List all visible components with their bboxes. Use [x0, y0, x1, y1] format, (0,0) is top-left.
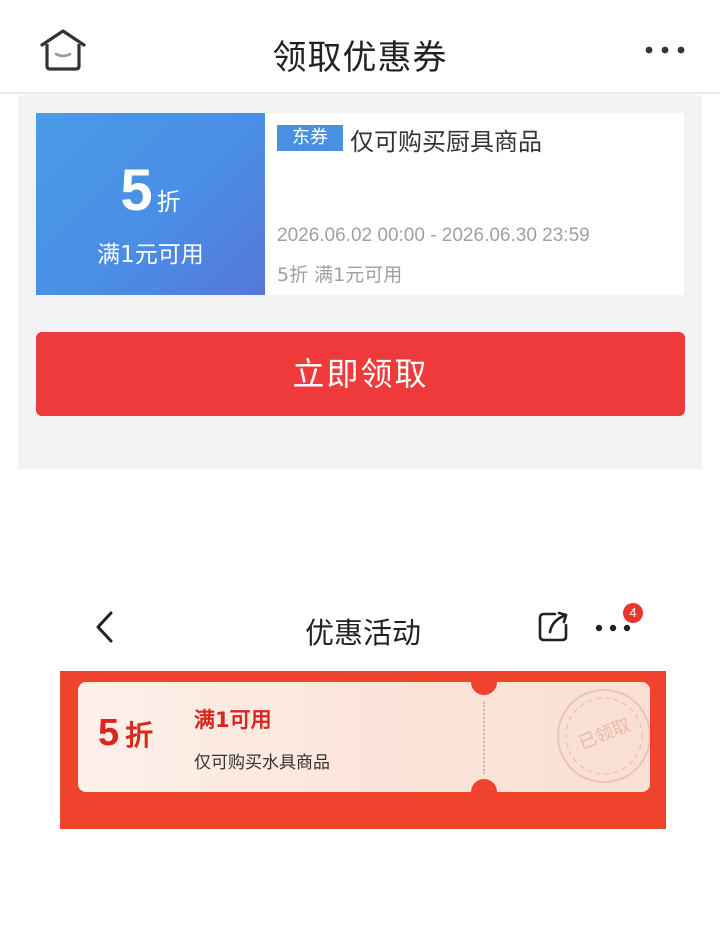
ticket-description: 仅可购买水具商品	[194, 753, 330, 773]
coupon-card: 5折 满1元可用 东券 仅可购买厨具商品 2026.06.02 00:00 - …	[36, 113, 684, 295]
activity-coupon-ticket[interactable]: 5折 满1可用 仅可购买水具商品 已领取	[78, 682, 650, 792]
coupon-discount-value: 5	[120, 158, 153, 223]
coupon-tag: 东券	[277, 125, 343, 151]
ticket-discount-unit: 折	[125, 719, 154, 752]
ticket-discount: 5折	[98, 712, 153, 755]
coupon-condition: 满1元可用	[97, 242, 204, 268]
activity-title: 优惠活动	[304, 616, 421, 650]
top-header: 领取优惠券	[0, 0, 720, 94]
coupon-description: 5折 满1元可用	[277, 264, 403, 286]
coupon-info: 东券 仅可购买厨具商品 2026.06.02 00:00 - 2026.06.3…	[277, 113, 684, 295]
ticket-notch-bottom	[471, 779, 497, 792]
page-title: 领取优惠券	[272, 38, 448, 78]
notification-badge: 4	[623, 603, 643, 623]
ticket-divider	[483, 702, 485, 774]
share-icon[interactable]	[536, 610, 570, 644]
activity-nav-bar: 优惠活动 4	[60, 598, 666, 658]
coupon-discount: 5折	[36, 157, 265, 224]
ticket-condition: 满1可用	[194, 708, 272, 732]
coupon-discount-unit: 折	[156, 188, 181, 216]
ticket-notch-top	[471, 682, 497, 695]
coupon-discount-block: 5折 满1元可用	[36, 113, 265, 295]
more-icon[interactable]	[644, 40, 686, 60]
coupon-title: 仅可购买厨具商品	[350, 128, 542, 156]
claim-button[interactable]: 立即领取	[36, 332, 685, 416]
coupon-validity: 2026.06.02 00:00 - 2026.06.30 23:59	[277, 225, 590, 246]
ticket-discount-value: 5	[98, 712, 120, 754]
